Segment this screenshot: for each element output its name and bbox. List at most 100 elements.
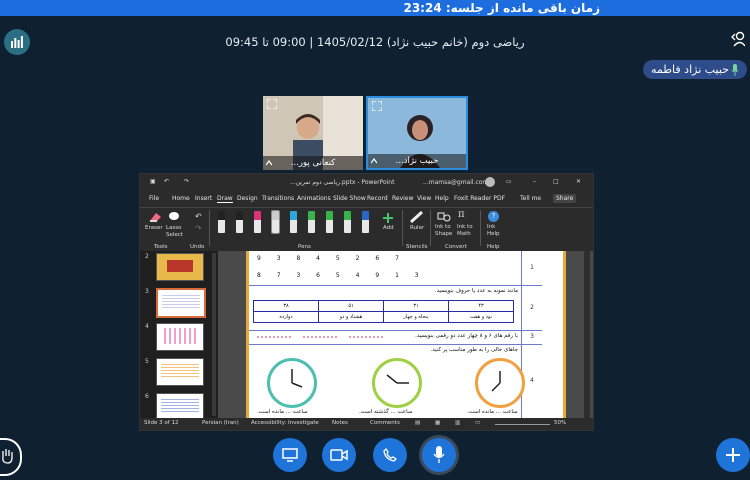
ink-to-shape-icon[interactable]: [437, 211, 451, 223]
slide-thumbnail[interactable]: [156, 358, 204, 386]
undo-icon[interactable]: ↶: [195, 212, 202, 221]
help-icon[interactable]: ?: [488, 211, 499, 222]
zoom-level: 50%: [554, 420, 567, 426]
ink-help-label: Ink Help: [487, 224, 500, 237]
lasso-icon[interactable]: [168, 211, 180, 223]
slide-thumbnail[interactable]: [156, 393, 204, 421]
minimize-icon[interactable]: –: [533, 178, 536, 185]
pen-tool[interactable]: [308, 211, 315, 233]
notes-button[interactable]: Notes: [332, 420, 348, 426]
digits-row: 9 3 8 4 5 2 6 7: [257, 255, 399, 262]
eraser-icon[interactable]: [148, 211, 162, 223]
tab-review[interactable]: Review: [392, 195, 413, 202]
table-cell: پنجاه و چهار: [383, 311, 449, 323]
view-sorter-icon[interactable]: ▦: [435, 420, 440, 426]
ruler-icon[interactable]: [410, 211, 424, 223]
pen-tool[interactable]: [254, 211, 261, 233]
slide-editor[interactable]: 1 9 3 8 4 5 2 6 7 8 7 3 6 5 4 9 1 3 2 ما…: [218, 251, 593, 418]
tab-foxit-reader-pdf[interactable]: Foxit Reader PDF: [454, 195, 505, 202]
add-button[interactable]: [716, 438, 750, 472]
thumbnail-scrollbar[interactable]: [212, 253, 216, 416]
pen-tool[interactable]: [218, 211, 225, 233]
redo-icon[interactable]: ↷: [195, 224, 202, 233]
pen-tool[interactable]: [326, 211, 333, 233]
accessibility-status[interactable]: Accessibility: Investigate: [251, 420, 319, 426]
participants-icon[interactable]: [731, 31, 745, 47]
share-button[interactable]: Share: [553, 194, 577, 203]
tab-record[interactable]: Record: [367, 195, 388, 202]
timer-value: 23:24: [403, 1, 442, 15]
tab-insert[interactable]: Insert: [195, 195, 212, 202]
view-reading-icon[interactable]: ▥: [455, 420, 460, 426]
redo-icon[interactable]: ↷: [184, 178, 189, 185]
pen-tool[interactable]: [290, 211, 297, 233]
clock-image: [267, 358, 317, 408]
expand-icon[interactable]: [267, 99, 277, 109]
microphone-button[interactable]: [422, 438, 456, 472]
thumb-number: 6: [145, 393, 149, 400]
hand-icon: [2, 449, 13, 464]
avatar[interactable]: [485, 177, 495, 187]
tab-file[interactable]: File: [149, 195, 159, 202]
view-normal-icon[interactable]: ▤: [415, 420, 420, 426]
tab-design[interactable]: Design: [237, 195, 258, 202]
tab-transitions[interactable]: Transitions: [262, 195, 294, 202]
vertical-scrollbar[interactable]: [584, 251, 590, 418]
pen-tool[interactable]: [362, 211, 369, 233]
thumb-number: 5: [145, 358, 149, 365]
instruction-text: با رقم های ۶ و ۸ چهار عدد دو رقمی بنویسی…: [415, 333, 518, 339]
language-indicator[interactable]: Persian (Iran): [202, 420, 239, 426]
session-timer-bar: [0, 0, 750, 16]
table-cell: نود و هفت: [448, 311, 514, 323]
ribbon-options-icon[interactable]: ▭: [506, 178, 512, 185]
thumb-number: 4: [145, 323, 149, 330]
tell-me-search[interactable]: Tell me: [520, 195, 541, 202]
save-icon[interactable]: ▣: [150, 178, 156, 185]
row-number: 2: [521, 285, 542, 330]
tab-draw[interactable]: Draw: [217, 195, 233, 203]
chevron-up-icon: [371, 158, 377, 164]
camera-button[interactable]: [322, 438, 356, 472]
slide-thumbnail-selected[interactable]: [156, 288, 206, 318]
maximize-icon[interactable]: □: [553, 178, 559, 185]
add-pen-icon[interactable]: [382, 212, 394, 224]
ppt-account: ...mamsa@gmail.com: [423, 179, 489, 186]
tab-help[interactable]: Help: [435, 195, 449, 202]
undo-icon[interactable]: ↶: [164, 178, 169, 185]
instruction-text: جاهای خالی را به طور مناسب پر کنید.: [430, 347, 519, 353]
slide-thumbnail[interactable]: [156, 253, 204, 281]
phone-button[interactable]: [373, 438, 407, 472]
group-convert: Convert: [445, 244, 467, 250]
worksheet-row: 2 مانند نمونه به عدد یا حروف بنویسید. ۳۸…: [249, 285, 542, 331]
clock-caption: ساعت ... مانده است.: [257, 409, 308, 415]
slide-thumbnails-pane[interactable]: 2 3 4 5 6: [140, 251, 218, 421]
slide[interactable]: 1 9 3 8 4 5 2 6 7 8 7 3 6 5 4 9 1 3 2 ما…: [246, 251, 566, 418]
row-number: 3: [521, 330, 542, 344]
presenter-name: حبیب نژاد فاطمه: [651, 63, 729, 76]
ink-to-math-icon[interactable]: π: [458, 209, 465, 220]
tab-view[interactable]: View: [417, 195, 431, 202]
shared-screen-powerpoint[interactable]: ▣ ↶ ↷ ...ریاضی دوم تمرین.pptx - PowerPoi…: [139, 173, 594, 431]
expand-icon[interactable]: [372, 101, 382, 111]
view-slideshow-icon[interactable]: ▭: [475, 420, 480, 426]
video-tile[interactable]: کنعانی پور...: [263, 96, 363, 170]
tab-slide-show[interactable]: Slide Show: [333, 195, 366, 202]
close-icon[interactable]: ✕: [576, 178, 581, 185]
ppt-document-title: ...ریاضی دوم تمرین.pptx - PowerPoint: [290, 179, 395, 186]
zoom-slider[interactable]: [495, 424, 550, 425]
table-cell: دوازده: [253, 311, 319, 323]
ink-to-math-label: Ink to Math: [457, 224, 473, 237]
screen-share-button[interactable]: [273, 438, 307, 472]
pen-tool[interactable]: [236, 211, 243, 233]
comments-button[interactable]: Comments: [370, 420, 400, 426]
group-help: Help: [487, 244, 500, 250]
slide-thumbnail[interactable]: [156, 323, 204, 351]
video-tile-active[interactable]: حبیب نژاد...: [366, 96, 468, 170]
tab-animations[interactable]: Animations: [297, 195, 331, 202]
raise-hand-button[interactable]: [0, 438, 22, 476]
pen-tool[interactable]: [271, 210, 280, 234]
pen-tool[interactable]: [344, 211, 351, 233]
share-label: Share: [556, 195, 574, 202]
ruler-label: Ruler: [410, 225, 425, 231]
tab-home[interactable]: Home: [172, 195, 190, 202]
